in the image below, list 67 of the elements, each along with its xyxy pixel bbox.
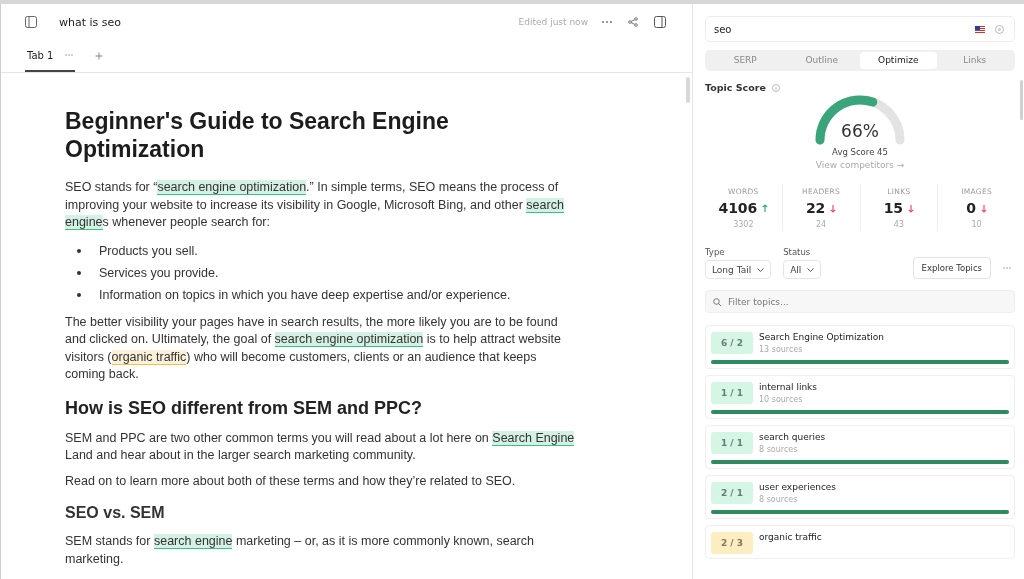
paragraph: SEM stands for search engine marketing – or, as it is more commonly known, search marketing. xyxy=(65,533,535,568)
chevron-down-icon xyxy=(757,267,765,272)
count-badge: 2 / 3 xyxy=(711,532,753,554)
paragraph: SEM and PPC are two other common terms you will read about a lot here on Search Engine Land and hear about in the larger search marketing community. xyxy=(65,429,576,464)
count-badge: 2 / 1 xyxy=(711,482,753,504)
settings-icon[interactable] xyxy=(995,24,1004,34)
explore-button[interactable]: Explore Topics xyxy=(912,257,991,279)
share-icon[interactable] xyxy=(628,17,638,27)
paragraph: Read on to learn more about both of these terms and how they’re related to SEO. xyxy=(65,472,517,490)
add-tab-icon[interactable] xyxy=(95,52,104,60)
source-count: 10 sources xyxy=(759,395,804,404)
topic-card[interactable]: 2 / 1 user experiences 8 sources xyxy=(705,475,1015,519)
flag-icon[interactable] xyxy=(975,25,985,33)
topic-name: user experiences xyxy=(759,482,837,492)
list-item: Information on topics in which you have deep expertise and/or experience. xyxy=(99,287,511,302)
paragraph: The better visibility your pages have in search results, the more likely you are to be found and clicked on. Ultimately, the goal of search engine optimization is to help attract website visitors (organic traffic) who will become customers, clients or an audience that keeps coming back. xyxy=(65,313,562,383)
count-badge: 1 / 1 xyxy=(711,382,753,404)
tab[interactable]: Tab 1 xyxy=(25,40,76,72)
average-score: Avg Score 45 xyxy=(831,147,889,157)
score-value: 66% xyxy=(840,121,880,141)
bullet-icon xyxy=(77,270,81,275)
scrollbar[interactable] xyxy=(1020,80,1023,120)
topic-card[interactable]: 6 / 2 Search Engine Optimization 13 sources xyxy=(705,325,1015,369)
stat-value: 0 xyxy=(966,200,976,216)
field-label: Type xyxy=(705,247,726,257)
dropdown[interactable]: Long Tail xyxy=(705,260,772,279)
heading: SEO vs. SEM xyxy=(65,504,166,522)
topic-name: organic traffic xyxy=(759,532,822,542)
source-count: 13 sources xyxy=(759,345,804,354)
document-title: what is seo xyxy=(59,15,122,29)
source-count: 8 sources xyxy=(759,445,799,454)
list-item: Services you provide. xyxy=(99,265,219,280)
topic-name: Search Engine Optimization xyxy=(759,332,885,342)
search-field[interactable]: seo xyxy=(705,16,1015,42)
stat-target: 24 xyxy=(816,220,827,229)
topic-card[interactable]: 1 / 1 internal links 10 sources xyxy=(705,375,1015,419)
scrollbar[interactable] xyxy=(686,77,690,103)
search-icon xyxy=(713,298,721,306)
list-item: Products you sell. xyxy=(99,243,198,258)
section-title: Topic Score xyxy=(705,82,766,93)
topic-name: internal links xyxy=(759,382,817,392)
stat-value: 15 xyxy=(883,200,904,216)
stat-target: 3302 xyxy=(733,220,754,229)
topic-card[interactable]: 1 / 1 search queries 8 sources xyxy=(705,425,1015,469)
source-count: 8 sources xyxy=(759,495,799,504)
sidebar-toggle-icon[interactable] xyxy=(25,16,37,28)
tab[interactable]: Optimize xyxy=(860,52,937,69)
filter-field[interactable]: Filter topics... xyxy=(705,290,1015,313)
topic-card[interactable]: 2 / 3 organic traffic xyxy=(705,525,1015,559)
bullet-icon xyxy=(77,248,81,253)
heading: How is SEO different from SEM and PPC? xyxy=(65,397,424,419)
dropdown[interactable]: All xyxy=(783,260,822,279)
stat-target: 10 xyxy=(971,220,982,229)
count-badge: 6 / 2 xyxy=(711,332,753,354)
chevron-down-icon xyxy=(807,267,815,272)
edited-status: Edited just now xyxy=(518,17,588,27)
info-icon xyxy=(771,83,780,92)
topic-name: search queries xyxy=(759,432,826,442)
bullet-icon xyxy=(77,292,81,297)
paragraph: SEO stands for “search engine optimization.” In simple terms, SEO means the process of improving your website to increase its visibility in Google, Microsoft Bing, and other search engines whenever people search for: xyxy=(65,179,565,232)
field-label: Status xyxy=(783,247,812,257)
heading: Beginner's Guide to Search Engine Optimization xyxy=(65,107,450,163)
count-badge: 1 / 1 xyxy=(711,432,753,454)
stat-value: 4106 xyxy=(718,200,758,216)
panel-toggle-icon[interactable] xyxy=(654,16,666,28)
stat-target: 43 xyxy=(893,220,904,229)
stat-value: 22 xyxy=(805,200,826,216)
